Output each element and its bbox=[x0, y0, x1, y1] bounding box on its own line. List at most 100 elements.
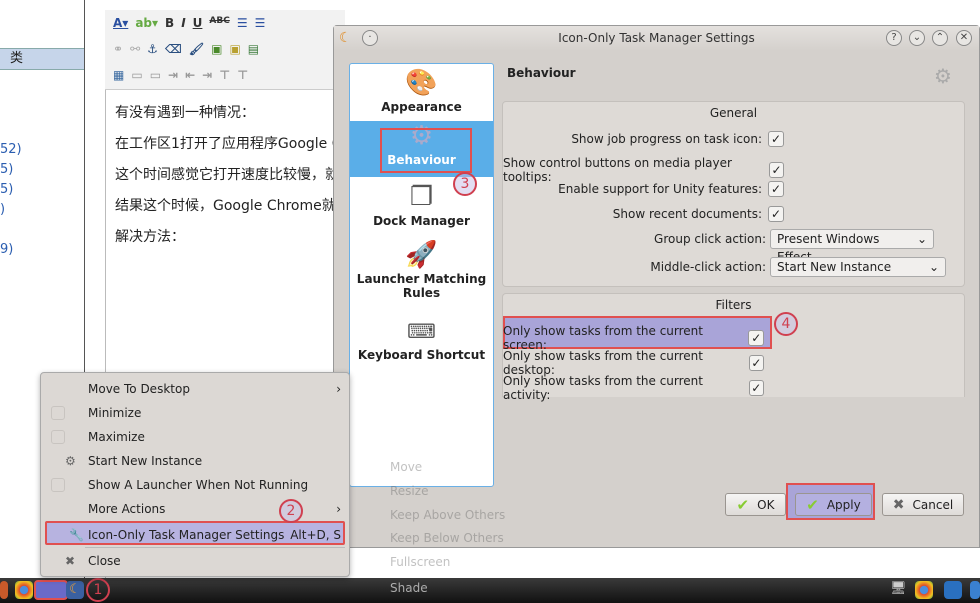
editor-toolbar: A▾ ab▾ B I U ABC ☰ ☰ ⚭ ⚯ ⚓ ⌫ 🖌 ▣ ▣ ▤ ▦ ▭… bbox=[105, 10, 345, 90]
current-screen-option[interactable]: Only show tasks from the current screen:… bbox=[503, 324, 764, 352]
insert-icon[interactable]: ⇥ bbox=[202, 68, 212, 82]
outdent-icon[interactable]: ⇤ bbox=[185, 68, 195, 82]
maximize-button[interactable]: ⌃ bbox=[932, 30, 948, 46]
window-menu-fading: Move Resize Keep Above Others Keep Below… bbox=[350, 452, 518, 602]
category-count[interactable]: 5) bbox=[0, 162, 13, 177]
pin-button[interactable]: · bbox=[362, 30, 378, 46]
menu-item-show-launcher[interactable]: Show A Launcher When Not Running bbox=[41, 473, 349, 497]
help-button[interactable]: ? bbox=[886, 30, 902, 46]
eraser-icon[interactable]: ⌫ bbox=[165, 42, 182, 56]
strikethrough-button[interactable]: ABC bbox=[209, 16, 229, 30]
app-task-icon[interactable]: ☾ bbox=[66, 581, 84, 599]
row-icon[interactable]: ▭ bbox=[131, 68, 142, 82]
menu-item-close[interactable]: ✖ Close bbox=[41, 549, 349, 573]
job-progress-option[interactable]: Show job progress on task icon: ✓ bbox=[571, 131, 784, 147]
category-count[interactable]: ) bbox=[0, 202, 5, 217]
recent-docs-checkbox[interactable]: ✓ bbox=[768, 206, 784, 222]
group-title: Filters bbox=[715, 298, 752, 312]
cancel-button[interactable]: ✖ Cancel bbox=[882, 493, 964, 516]
font-color-button[interactable]: A▾ bbox=[113, 16, 128, 30]
indent-icon[interactable]: ⇥ bbox=[168, 68, 178, 82]
category-header[interactable]: 类 bbox=[0, 48, 84, 70]
option-label: Only show tasks from the current desktop… bbox=[503, 349, 703, 377]
sidebar-item-label: Keyboard Shortcut bbox=[357, 348, 486, 362]
film-icon[interactable]: ▤ bbox=[248, 42, 259, 56]
current-desktop-option[interactable]: Only show tasks from the current desktop… bbox=[503, 349, 764, 377]
general-group: General Show job progress on task icon: … bbox=[502, 101, 965, 287]
anchor-icon[interactable]: ⚓ bbox=[147, 42, 158, 56]
media-buttons-option[interactable]: Show control buttons on media player too… bbox=[503, 156, 784, 184]
split-icon[interactable]: ⊤ bbox=[219, 68, 230, 82]
dialog-titlebar[interactable]: ☾ · Icon-Only Task Manager Settings ? ⌄ … bbox=[334, 26, 979, 51]
sidebar-item-keyboard-shortcut[interactable]: ⌨ Keyboard Shortcut bbox=[350, 316, 493, 362]
unlink-icon[interactable]: ⚯ bbox=[130, 42, 140, 56]
current-activity-option[interactable]: Only show tasks from the current activit… bbox=[503, 374, 764, 402]
job-progress-checkbox[interactable]: ✓ bbox=[768, 131, 784, 147]
brush-icon[interactable]: 🖌 bbox=[189, 42, 204, 56]
tray-app-icon[interactable] bbox=[970, 581, 980, 599]
merge-icon[interactable]: ⊤ bbox=[237, 68, 248, 82]
link-icon[interactable]: ⚭ bbox=[113, 42, 123, 56]
image-icon[interactable]: ▣ bbox=[211, 42, 222, 56]
current-desktop-checkbox[interactable]: ✓ bbox=[748, 355, 764, 371]
menu-item-settings[interactable]: 🔧 Icon-Only Task Manager Settings Alt+D,… bbox=[45, 521, 345, 545]
menu-label: Start New Instance bbox=[88, 454, 203, 468]
italic-button[interactable]: I bbox=[181, 16, 185, 30]
bullet-list-button[interactable]: ☰ bbox=[237, 16, 248, 30]
minimize-button[interactable]: ⌄ bbox=[909, 30, 925, 46]
sidebar-item-behaviour[interactable]: ⚙ Behaviour bbox=[350, 121, 493, 177]
middle-click-select[interactable]: Start New Instance ⌄ bbox=[770, 257, 946, 277]
unity-checkbox[interactable]: ✓ bbox=[768, 181, 784, 197]
checkbox[interactable] bbox=[51, 406, 65, 420]
checkbox[interactable] bbox=[51, 478, 65, 492]
option-label: Show job progress on task icon: bbox=[571, 132, 762, 146]
app-icon: ☾ bbox=[339, 30, 352, 46]
column-icon[interactable]: ▭ bbox=[150, 68, 161, 82]
chrome-tray-icon[interactable] bbox=[915, 581, 933, 599]
sidebar-item-label: Launcher Matching Rules bbox=[356, 272, 487, 300]
tray-app-icon[interactable] bbox=[944, 581, 962, 599]
option-label: Only show tasks from the current screen: bbox=[503, 324, 703, 352]
content-line: 有没有遇到一种情况： bbox=[115, 105, 255, 121]
group-click-select[interactable]: Present Windows Effect ⌄ bbox=[770, 229, 934, 264]
unity-option[interactable]: Enable support for Unity features: ✓ bbox=[558, 181, 784, 197]
menu-label: Close bbox=[88, 554, 121, 568]
close-button[interactable]: ✕ bbox=[956, 30, 972, 46]
content-line: 解决方法： bbox=[115, 229, 185, 245]
current-screen-checkbox[interactable]: ✓ bbox=[748, 330, 764, 346]
menu-item-maximize[interactable]: Maximize bbox=[41, 425, 349, 449]
settings-sidebar: 🎨 Appearance ⚙ Behaviour ❐ Dock Manager … bbox=[349, 63, 494, 487]
media-buttons-checkbox[interactable]: ✓ bbox=[769, 162, 784, 178]
dialog-title: Icon-Only Task Manager Settings bbox=[558, 31, 755, 45]
menu-item-move-to-desktop[interactable]: Move To Desktop › bbox=[41, 377, 349, 401]
page-title: Behaviour bbox=[507, 66, 576, 80]
chrome-icon[interactable] bbox=[15, 581, 33, 599]
menu-label: Icon-Only Task Manager Settings bbox=[88, 528, 285, 542]
ghost-item: Move bbox=[390, 460, 423, 474]
content-line: 结果这个时候，Google Chrome就 bbox=[115, 198, 336, 214]
numbered-list-button[interactable]: ☰ bbox=[255, 16, 266, 30]
sidebar-item-launcher-matching-rules[interactable]: 🚀 Launcher Matching Rules bbox=[350, 240, 493, 300]
current-activity-checkbox[interactable]: ✓ bbox=[748, 380, 764, 396]
category-count[interactable]: 52) bbox=[0, 142, 22, 157]
ok-button[interactable]: ✔ OK bbox=[725, 493, 786, 516]
apply-button[interactable]: ✔ Apply bbox=[795, 493, 872, 516]
settings-task-icon[interactable] bbox=[34, 580, 68, 600]
menu-icon[interactable] bbox=[0, 581, 8, 599]
middle-click-label: Middle-click action: bbox=[650, 260, 766, 274]
table-icon[interactable]: ▦ bbox=[113, 68, 124, 82]
bold-button[interactable]: B bbox=[165, 16, 174, 30]
category-count[interactable]: 9) bbox=[0, 242, 13, 257]
network-icon[interactable]: 🖥 bbox=[890, 581, 908, 599]
keyboard-icon: ⌨ bbox=[407, 319, 436, 343]
checkbox[interactable] bbox=[51, 430, 65, 444]
menu-item-start-new-instance[interactable]: ⚙ Start New Instance bbox=[41, 449, 349, 473]
picture-icon[interactable]: ▣ bbox=[229, 42, 240, 56]
category-count[interactable]: 5) bbox=[0, 182, 13, 197]
select-value: Present Windows Effect bbox=[777, 232, 880, 264]
menu-item-minimize[interactable]: Minimize bbox=[41, 401, 349, 425]
underline-button[interactable]: U bbox=[193, 16, 203, 30]
recent-docs-option[interactable]: Show recent documents: ✓ bbox=[613, 206, 784, 222]
highlight-button[interactable]: ab▾ bbox=[135, 16, 158, 30]
sidebar-item-appearance[interactable]: 🎨 Appearance bbox=[350, 68, 493, 114]
